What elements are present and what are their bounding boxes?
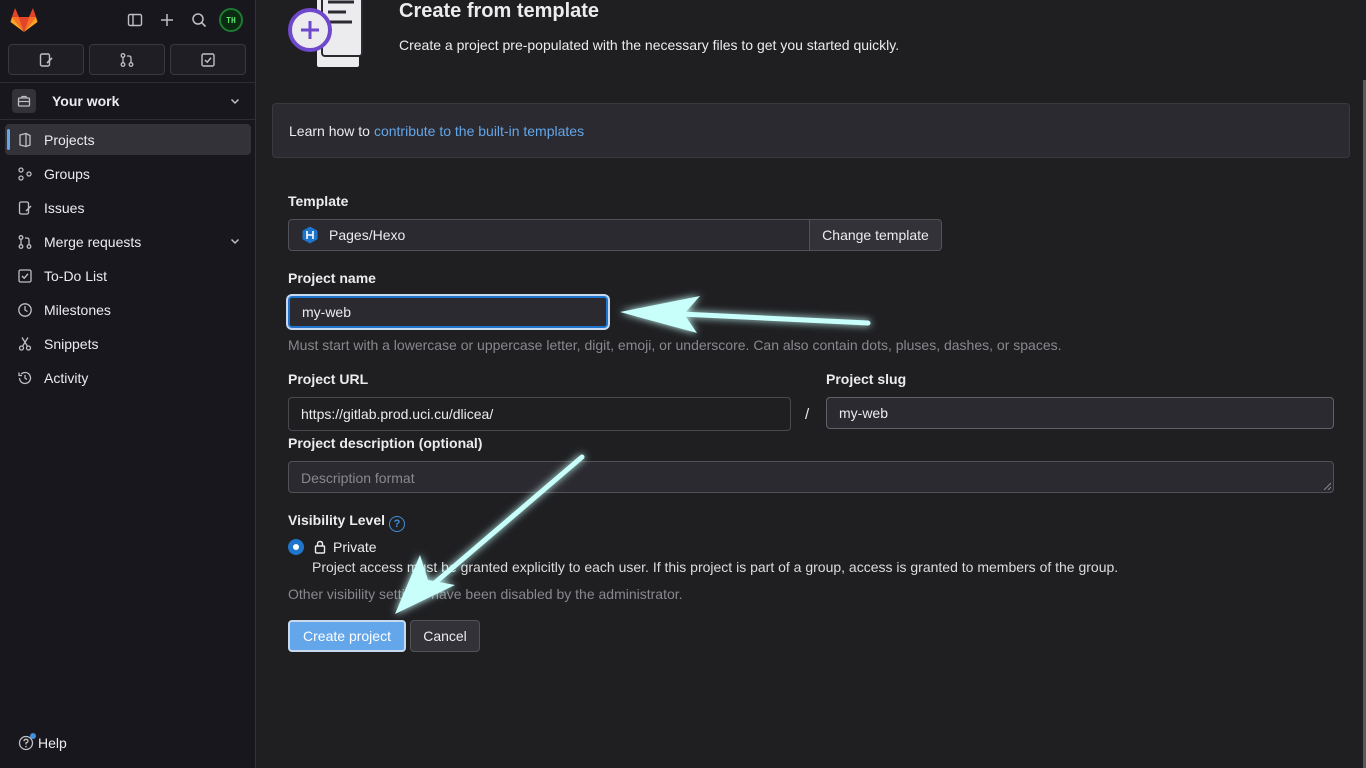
todo-button[interactable] xyxy=(170,44,246,75)
context-switcher[interactable]: Your work xyxy=(0,82,255,120)
plus-icon[interactable] xyxy=(157,10,177,30)
description-placeholder: Description format xyxy=(301,470,415,486)
sidebar-item-projects[interactable]: Projects xyxy=(5,124,251,155)
sidebar-item-label: Groups xyxy=(44,165,90,182)
url-separator: / xyxy=(805,406,810,423)
avatar[interactable]: TH xyxy=(219,8,243,32)
group-icon xyxy=(17,166,33,182)
sidebar-item-label: Milestones xyxy=(44,301,111,318)
project-url-field[interactable]: https://gitlab.prod.uci.cu/dlicea/ xyxy=(288,397,791,431)
sidebar-item-label: Projects xyxy=(44,131,95,148)
sidebar-item-label: Activity xyxy=(44,369,89,386)
visibility-label-row: Visibility Level? xyxy=(288,512,406,532)
templates-link[interactable]: contribute to the built-in templates xyxy=(374,123,584,139)
description-textarea[interactable]: Description format xyxy=(288,461,1334,493)
change-template-button[interactable]: Change template xyxy=(809,219,942,251)
chevron-down-icon xyxy=(229,94,241,110)
merge-request-icon xyxy=(17,234,33,250)
sidebar-nav: Projects Groups Issues Merge requests To… xyxy=(0,124,256,396)
resize-handle-icon[interactable] xyxy=(1323,482,1331,490)
cancel-button[interactable]: Cancel xyxy=(410,620,480,652)
merge-request-icon xyxy=(120,52,134,67)
hexo-icon xyxy=(302,226,318,244)
sidebar-item-todo-list[interactable]: To-Do List xyxy=(5,260,251,291)
template-value: Pages/Hexo xyxy=(329,227,406,243)
lock-icon xyxy=(314,540,326,554)
sidebar-item-label: Snippets xyxy=(44,335,99,352)
info-alert: Learn how to contribute to the built-in … xyxy=(272,103,1350,158)
context-label: Your work xyxy=(52,93,120,109)
chevron-down-icon[interactable] xyxy=(229,234,241,250)
assigned-issues-button[interactable] xyxy=(8,44,84,75)
gitlab-logo-icon[interactable] xyxy=(10,7,38,33)
help-icon xyxy=(18,733,36,751)
project-url-label: Project URL xyxy=(288,371,369,387)
project-slug-label: Project slug xyxy=(826,371,907,387)
template-label: Template xyxy=(288,193,349,209)
sidebar-item-label: Merge requests xyxy=(44,233,142,250)
sidebar-item-groups[interactable]: Groups xyxy=(5,158,251,189)
main-content: Create from template Create a project pr… xyxy=(256,0,1366,768)
project-icon xyxy=(17,132,33,148)
search-icon[interactable] xyxy=(189,10,209,30)
sidebar-item-snippets[interactable]: Snippets xyxy=(5,328,251,359)
issues-icon xyxy=(17,200,33,216)
visibility-option: Private xyxy=(313,539,377,555)
create-project-button[interactable]: Create project xyxy=(288,620,406,652)
info-text: Learn how to xyxy=(289,122,370,139)
private-radio[interactable] xyxy=(288,539,304,555)
project-slug-input[interactable]: my-web xyxy=(826,397,1334,429)
sidebar-item-label: To-Do List xyxy=(44,267,108,284)
visibility-note: Other visibility settings have been disa… xyxy=(288,586,683,602)
private-label: Private xyxy=(333,539,377,555)
sidebar-topbar: TH xyxy=(0,0,255,40)
snippet-icon xyxy=(17,336,33,352)
todo-icon xyxy=(17,268,33,284)
sidebar-item-milestones[interactable]: Milestones xyxy=(5,294,251,325)
briefcase-icon xyxy=(12,89,36,113)
page-title: Create from template xyxy=(399,0,600,22)
quick-actions xyxy=(8,44,246,75)
question-icon[interactable]: ? xyxy=(389,516,406,532)
project-name-label: Project name xyxy=(288,270,376,286)
page-subtitle: Create a project pre-populated with the … xyxy=(399,37,900,53)
template-illustration-icon xyxy=(288,0,363,69)
history-icon xyxy=(17,370,33,386)
project-name-input[interactable]: my-web xyxy=(288,296,608,328)
sidebar-item-activity[interactable]: Activity xyxy=(5,362,251,393)
sidebar-item-label: Issues xyxy=(44,199,85,216)
private-description: Project access must be granted explicitl… xyxy=(312,559,1119,575)
todo-icon xyxy=(201,52,215,67)
collapse-sidebar-icon[interactable] xyxy=(125,10,145,30)
project-name-hint: Must start with a lowercase or uppercase… xyxy=(288,337,1062,353)
sidebar: TH Your work Projects Groups Issues Merg… xyxy=(0,0,256,768)
description-label: Project description (optional) xyxy=(288,435,483,451)
milestone-icon xyxy=(17,302,33,318)
notification-dot xyxy=(30,733,36,739)
help-label: Help xyxy=(38,735,67,751)
template-field: Pages/Hexo xyxy=(288,219,810,251)
sidebar-item-merge-requests[interactable]: Merge requests xyxy=(5,226,251,257)
issues-icon xyxy=(39,52,53,67)
help-button[interactable]: Help xyxy=(18,733,67,751)
visibility-label: Visibility Level xyxy=(288,512,386,528)
merge-requests-button[interactable] xyxy=(89,44,165,75)
sidebar-item-issues[interactable]: Issues xyxy=(5,192,251,223)
